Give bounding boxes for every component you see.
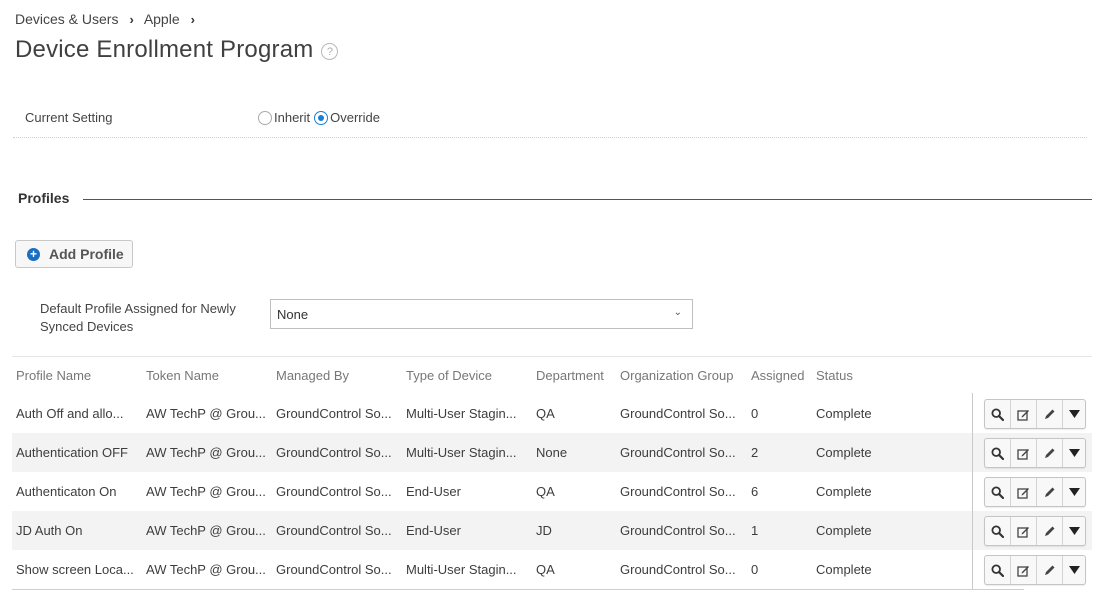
table-row[interactable]: Authenticaton On AW TechP @ Grou... Ground… (12, 472, 1092, 511)
default-profile-value: None (277, 306, 309, 322)
column-header-profile-name[interactable]: Profile Name (12, 368, 142, 383)
table-bottom-border (12, 589, 1024, 590)
column-header-organization-group[interactable]: Organization Group (616, 368, 747, 383)
cell-type-of-device: Multi-User Stagin... (406, 406, 517, 421)
current-setting-row: Current Setting Inherit Override (13, 100, 1087, 138)
cell-profile-name: JD Auth On (16, 523, 83, 538)
cell-profile-name: Authenticaton On (16, 484, 117, 499)
cell-managed-by: GroundControl So... (276, 523, 392, 538)
cell-status: Complete (816, 484, 872, 499)
cell-token-name: AW TechP @ Grou... (146, 523, 266, 538)
column-header-assigned[interactable]: Assigned (747, 368, 812, 383)
cell-assigned: 0 (751, 562, 759, 577)
cell-profile-name: Show screen Loca... (16, 562, 134, 577)
breadcrumb: Devices & Users › Apple › (15, 11, 205, 27)
add-profile-label: Add Profile (49, 246, 124, 262)
profiles-table: Profile Name Token Name Managed By Type … (12, 356, 1093, 590)
cell-profile-name: Authentication OFF (16, 445, 128, 460)
setting-radio-group: Inherit Override (258, 110, 384, 125)
table-row[interactable]: Authentication OFF AW TechP @ Grou... Grou… (12, 433, 1092, 472)
cell-department: QA (536, 406, 555, 421)
cell-type-of-device: End-User (406, 523, 461, 538)
section-divider (83, 198, 1092, 200)
column-header-status[interactable]: Status (812, 368, 932, 383)
cell-assigned: 6 (751, 484, 759, 499)
table-row[interactable]: JD Auth On AW TechP @ Grou... GroundContro… (12, 511, 1092, 550)
cell-assigned: 1 (751, 523, 759, 538)
override-label[interactable]: Override (330, 110, 380, 125)
current-setting-label: Current Setting (25, 110, 113, 125)
inherit-radio[interactable] (258, 110, 272, 125)
actions-column-divider (972, 393, 1093, 589)
inherit-label[interactable]: Inherit (274, 110, 310, 125)
cell-managed-by: GroundControl So... (276, 445, 392, 460)
table-row[interactable]: Auth Off and allo... AW TechP @ Grou... Gr… (12, 394, 1092, 433)
column-header-department[interactable]: Department (532, 368, 616, 383)
cell-token-name: AW TechP @ Grou... (146, 484, 266, 499)
cell-token-name: AW TechP @ Grou... (146, 562, 266, 577)
cell-assigned: 0 (751, 406, 759, 421)
cell-organization-group: GroundControl So... (620, 406, 736, 421)
column-header-managed-by[interactable]: Managed By (272, 368, 402, 383)
breadcrumb-devices-users[interactable]: Devices & Users (15, 11, 118, 27)
cell-profile-name: Auth Off and allo... (16, 406, 124, 421)
table-body: Auth Off and allo... AW TechP @ Grou... Gr… (12, 394, 1092, 589)
breadcrumb-apple[interactable]: Apple (144, 11, 180, 27)
plus-circle-icon: + (27, 247, 40, 261)
cell-department: None (536, 445, 568, 460)
cell-status: Complete (816, 406, 872, 421)
cell-assigned: 2 (751, 445, 759, 460)
cell-managed-by: GroundControl So... (276, 406, 392, 421)
cell-type-of-device: Multi-User Stagin... (406, 445, 517, 460)
table-row[interactable]: Show screen Loca... AW TechP @ Grou... Gro… (12, 550, 1092, 589)
profiles-title: Profiles (18, 190, 70, 206)
cell-organization-group: GroundControl So... (620, 562, 736, 577)
cell-type-of-device: Multi-User Stagin... (406, 562, 517, 577)
chevron-down-icon: ⌄ (673, 307, 682, 318)
cell-status: Complete (816, 562, 872, 577)
chevron-right-icon: › (129, 11, 134, 27)
add-profile-button[interactable]: + Add Profile (15, 240, 133, 268)
column-header-token-name[interactable]: Token Name (142, 368, 272, 383)
chevron-right-icon: › (190, 11, 195, 27)
cell-department: JD (536, 523, 552, 538)
cell-managed-by: GroundControl So... (276, 562, 392, 577)
help-icon[interactable]: ? (321, 43, 339, 60)
default-profile-label: Default Profile Assigned for Newly Synce… (40, 301, 236, 334)
cell-type-of-device: End-User (406, 484, 461, 499)
cell-organization-group: GroundControl So... (620, 445, 736, 460)
title-row: Device Enrollment Program ? (15, 36, 339, 64)
override-radio[interactable] (314, 110, 329, 125)
cell-token-name: AW TechP @ Grou... (146, 406, 266, 421)
column-header-type-of-device[interactable]: Type of Device (402, 368, 532, 383)
table-header: Profile Name Token Name Managed By Type … (12, 356, 1092, 394)
cell-status: Complete (816, 523, 872, 538)
profiles-section-header: Profiles (18, 190, 1092, 206)
cell-department: QA (536, 562, 555, 577)
cell-organization-group: GroundControl So... (620, 484, 736, 499)
cell-managed-by: GroundControl So... (276, 484, 392, 499)
default-profile-select[interactable]: None ⌄ (270, 299, 693, 329)
cell-status: Complete (816, 445, 872, 460)
cell-token-name: AW TechP @ Grou... (146, 445, 266, 460)
cell-organization-group: GroundControl So... (620, 523, 736, 538)
page-title: Device Enrollment Program (15, 36, 314, 63)
cell-department: QA (536, 484, 555, 499)
